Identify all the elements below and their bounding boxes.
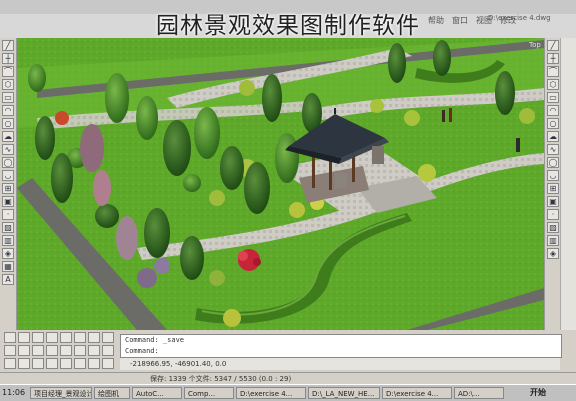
command-prompt[interactable]: Command: xyxy=(121,346,565,357)
join-icon[interactable]: ▣ xyxy=(547,196,559,207)
new-icon[interactable] xyxy=(32,345,44,356)
redo-icon[interactable] xyxy=(88,332,100,343)
array-icon[interactable]: ▭ xyxy=(547,92,559,103)
ellipse-arc-icon[interactable]: ◡ xyxy=(2,170,14,181)
polyline-icon[interactable]: ⌒ xyxy=(2,66,14,77)
task-button[interactable]: D:\exercise 4... xyxy=(382,387,452,399)
arc-icon[interactable]: ◠ xyxy=(2,105,14,116)
break-icon[interactable]: ⊞ xyxy=(547,183,559,194)
task-button[interactable]: D:\_LA_NEW_HE... xyxy=(308,387,380,399)
snap-icon[interactable] xyxy=(46,358,58,369)
region-icon[interactable]: ◈ xyxy=(2,248,14,259)
zoom-icon[interactable] xyxy=(4,332,16,343)
list-icon[interactable] xyxy=(18,358,30,369)
properties-icon[interactable] xyxy=(46,332,58,343)
taskbar: 11:06 项目经理_景观设计 绘图机 AutoC... Comp... D:\… xyxy=(0,384,576,401)
task-button[interactable]: Comp... xyxy=(184,387,234,399)
table-icon[interactable]: ▦ xyxy=(2,261,14,272)
line-icon[interactable]: ╱ xyxy=(2,40,14,51)
erase-icon[interactable]: ╱ xyxy=(547,40,559,51)
circle-icon[interactable]: ○ xyxy=(2,118,14,129)
pan-icon[interactable] xyxy=(18,332,30,343)
fillet-icon[interactable]: ▨ xyxy=(547,222,559,233)
move-icon[interactable]: ◠ xyxy=(547,105,559,116)
hatch-icon[interactable]: ▨ xyxy=(2,222,14,233)
grid-icon[interactable] xyxy=(60,358,72,369)
start-button[interactable]: 开始 xyxy=(530,387,546,399)
layer-icon[interactable] xyxy=(32,332,44,343)
modify-toolbar: ╱ ┼ ⌒ ⬡ ▭ ◠ ○ ☁ ∿ ◯ ◡ ⊞ ▣ · ▨ ▥ ◈ xyxy=(544,38,561,330)
open-icon[interactable] xyxy=(4,345,16,356)
xline-icon[interactable]: ┼ xyxy=(2,53,14,64)
save-icon[interactable] xyxy=(18,345,30,356)
vertical-scrollbar[interactable] xyxy=(560,38,576,330)
text-icon[interactable]: ◈ xyxy=(547,248,559,259)
offset-icon[interactable]: ⬡ xyxy=(547,79,559,90)
point-icon[interactable]: · xyxy=(2,209,14,220)
paste-icon[interactable] xyxy=(74,345,86,356)
mtext-icon[interactable]: A xyxy=(2,274,14,285)
task-button[interactable]: 项目经理_景观设计 xyxy=(30,387,92,399)
clock: 11:06 xyxy=(2,388,26,397)
task-button[interactable]: AD:\... xyxy=(454,387,504,399)
chamfer-icon[interactable]: · xyxy=(547,209,559,220)
copy-clip-icon[interactable] xyxy=(60,345,72,356)
match-icon[interactable] xyxy=(60,332,72,343)
spline-icon[interactable]: ∿ xyxy=(2,144,14,155)
bottom-toolbar xyxy=(0,330,118,372)
area-icon[interactable] xyxy=(4,358,16,369)
drawing-viewport[interactable]: Top xyxy=(17,38,544,330)
command-history: Command: _save xyxy=(125,336,185,344)
ortho-icon[interactable] xyxy=(74,358,86,369)
extend-icon[interactable]: ◡ xyxy=(547,170,559,181)
command-window[interactable]: Command: _save Command: xyxy=(120,334,562,358)
copy-icon[interactable]: ┼ xyxy=(547,53,559,64)
print-icon[interactable] xyxy=(102,332,114,343)
landscape-rendering: Top xyxy=(17,38,544,330)
dist-icon[interactable] xyxy=(102,345,114,356)
ellipse-icon[interactable]: ◯ xyxy=(2,157,14,168)
trim-icon[interactable]: ◯ xyxy=(547,157,559,168)
insert-icon[interactable]: ⊞ xyxy=(2,183,14,194)
draw-toolbar: ╱ ┼ ⌒ ⬡ ▭ ◠ ○ ☁ ∿ ◯ ◡ ⊞ ▣ · ▨ ▥ ◈ ▦ A xyxy=(0,38,17,330)
task-button[interactable]: AutoC... xyxy=(132,387,182,399)
task-button[interactable]: D:\exercise 4... xyxy=(236,387,306,399)
polar-icon[interactable] xyxy=(88,358,100,369)
polygon-icon[interactable]: ⬡ xyxy=(2,79,14,90)
id-icon[interactable] xyxy=(32,358,44,369)
help-icon[interactable] xyxy=(88,345,100,356)
scale-icon[interactable]: ☁ xyxy=(547,131,559,142)
stretch-icon[interactable]: ∿ xyxy=(547,144,559,155)
task-button[interactable]: 绘图机 xyxy=(94,387,130,399)
cut-icon[interactable] xyxy=(46,345,58,356)
revcloud-icon[interactable]: ☁ xyxy=(2,131,14,142)
rotate-icon[interactable]: ○ xyxy=(547,118,559,129)
osnap-icon[interactable] xyxy=(102,358,114,369)
coordinates-display: -218966.95, -46901.40, 0.0 xyxy=(120,358,560,370)
explode-icon[interactable]: ▥ xyxy=(547,235,559,246)
rectangle-icon[interactable]: ▭ xyxy=(2,92,14,103)
mirror-icon[interactable]: ⌒ xyxy=(547,66,559,77)
gradient-icon[interactable]: ▥ xyxy=(2,235,14,246)
page-title: 园林景观效果图制作软件 xyxy=(156,13,420,39)
block-icon[interactable]: ▣ xyxy=(2,196,14,207)
undo-icon[interactable] xyxy=(74,332,86,343)
ucs-label: Top xyxy=(528,41,541,49)
